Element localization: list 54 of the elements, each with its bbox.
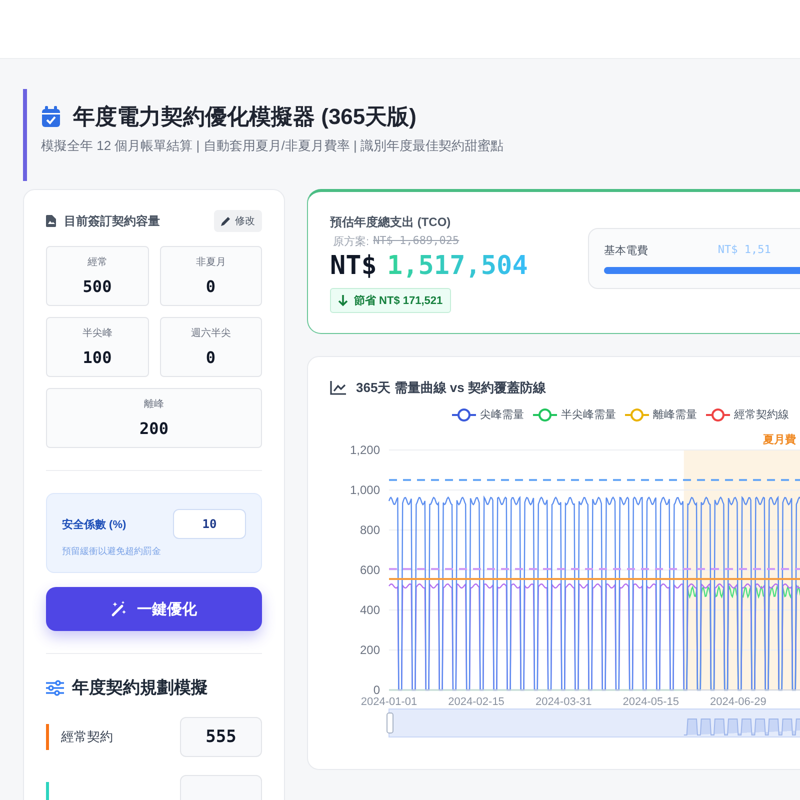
legend-item[interactable]: 經常契約線 <box>706 407 789 422</box>
document-icon <box>46 215 56 227</box>
y-axis-label: 400 <box>360 603 380 617</box>
plan-label: 經常契約 <box>61 728 114 746</box>
x-axis-label: 2024-05-15 <box>622 696 680 708</box>
page-title: 年度電力契約優化模擬器 (365天版) <box>73 103 416 131</box>
original-amount: NT$ 1,689,025 <box>373 234 460 249</box>
legend-item[interactable]: 離峰需量 <box>625 407 697 422</box>
capacity-value: 0 <box>204 348 217 367</box>
capacity-label: 離峰 <box>143 398 165 411</box>
capacity-value: 200 <box>138 419 170 438</box>
x-axis-label: 2024-02-15 <box>448 696 504 708</box>
capacity-value: 100 <box>82 348 113 367</box>
capacity-value: 0 <box>204 277 217 296</box>
capacity-label: 非夏月 <box>194 256 227 269</box>
down-arrow-icon <box>338 294 348 306</box>
edit-button[interactable]: 修改 <box>214 210 262 232</box>
contract-input[interactable]: 555 <box>180 717 262 757</box>
y-axis-label: 1,000 <box>350 483 380 497</box>
sliders-icon <box>46 680 64 696</box>
x-axis-label: 2024-03-31 <box>535 696 592 708</box>
safety-hint: 預留緩衝以避免超約罰金 <box>62 545 162 558</box>
legend-item[interactable]: 尖峰需量 <box>452 407 524 422</box>
safety-label: 安全係數 (%) <box>62 518 126 532</box>
band-label: 夏月費 <box>763 434 796 446</box>
section-title: 年度契約規劃模擬 <box>72 677 208 699</box>
magic-wand-icon <box>111 601 127 617</box>
y-axis-label: 800 <box>360 523 380 537</box>
cost-label: 預估年度總支出 (TCO) <box>330 214 452 231</box>
capacity-value: 500 <box>82 277 113 296</box>
safety-input[interactable]: 10 <box>173 509 246 539</box>
y-axis-label: 200 <box>360 643 380 657</box>
capacity-label: 經常 <box>86 256 108 269</box>
optimize-button[interactable]: 一鍵優化 <box>46 587 262 631</box>
line-chart-icon <box>330 381 346 395</box>
y-axis-label: 0 <box>373 683 380 697</box>
page-subtitle: 模擬全年 12 個月帳單結算 | 自動套用夏月/非夏月費率 | 識別年度最佳契約甜蜜點 <box>41 137 504 155</box>
legend-item[interactable]: 半尖峰需量 <box>533 407 616 422</box>
calendar-icon <box>41 106 61 128</box>
x-axis-label: 2024-06-29 <box>710 696 766 708</box>
pencil-icon <box>221 216 231 226</box>
savings-text: 節省 NT$ 171,521 <box>354 294 443 308</box>
card-title: 目前簽訂契約容量 <box>64 212 160 230</box>
y-axis-label: 600 <box>360 563 380 577</box>
currency-label: NT$ <box>330 250 377 283</box>
zoom-slider[interactable] <box>386 708 800 738</box>
capacity-label: 週六半尖 <box>190 326 232 340</box>
x-axis-label: 2024-01-01 <box>360 696 418 708</box>
original-plan-label: 原方案: <box>333 234 370 249</box>
capacity-label: 半尖峰 <box>81 326 114 340</box>
breakdown-amount: NT$ 1,51 <box>718 243 771 258</box>
chart-title: 365天 需量曲線 vs 契約覆蓋防線 <box>356 379 546 397</box>
y-axis-label: 1,200 <box>350 443 380 457</box>
breakdown-label: 基本電費 <box>604 244 648 258</box>
